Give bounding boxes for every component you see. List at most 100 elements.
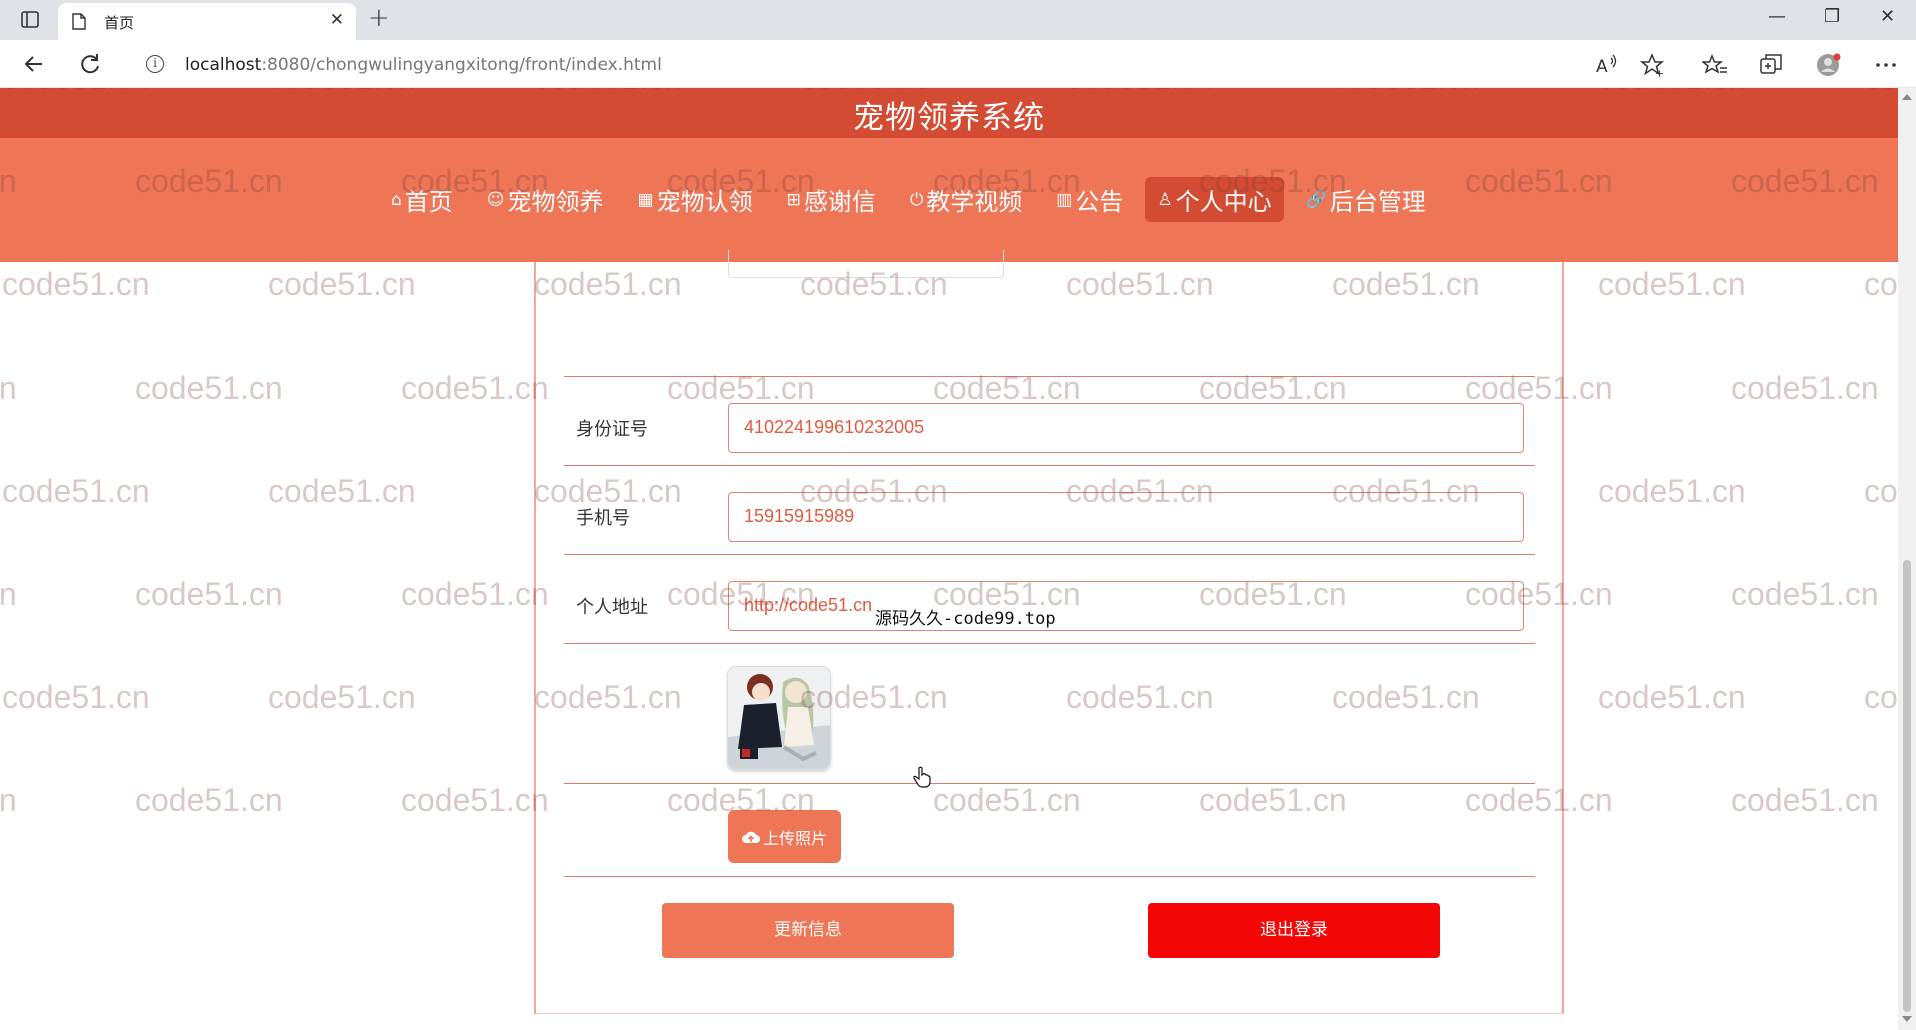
phone-label: 手机号	[576, 508, 630, 529]
watermark-text: code51.cn	[1731, 576, 1879, 612]
browser-tab[interactable]: 首页 ✕	[58, 3, 356, 40]
svg-text:A: A	[1596, 57, 1608, 77]
address-bar: i localhost:8080/chongwulingyangxitong/f…	[0, 40, 1916, 88]
watermark-text: code51.cn	[1864, 266, 1898, 302]
previous-input-field[interactable]	[728, 250, 1004, 278]
address-label: 个人地址	[576, 597, 648, 618]
read-aloud-icon[interactable]: A	[1594, 52, 1620, 78]
profile-form: 身份证号 410224199610232005 手机号 15915915989 …	[534, 250, 1564, 1014]
watermark-text: code51.cn	[2, 679, 150, 715]
watermark-text: code51.cn	[1598, 473, 1746, 509]
nav-item-2[interactable]: ▦ 宠物认领	[626, 177, 765, 222]
id-card-input[interactable]: 410224199610232005	[728, 403, 1524, 453]
upload-photo-label: 上传照片	[762, 828, 827, 848]
row-divider	[564, 643, 1535, 644]
nav-item-4[interactable]: ⏻ 教学视频	[898, 177, 1034, 222]
address-input[interactable]: http://code51.cn	[728, 581, 1524, 631]
watermark-text: code51.cn	[401, 370, 549, 406]
scroll-down-arrow-icon[interactable]	[1902, 1016, 1912, 1022]
page-viewport: 宠物领养系统 ⌂ 首页 ☺ 宠物领养 ▦ 宠物认领 ⊞ 感谢信 ⏻ 教学视频 ▥ 公告 ♙ 个人中心 🔗 后台…	[0, 88, 1898, 1030]
nav-icon: 🔗	[1305, 189, 1327, 210]
watermark-text: code51.cn	[268, 266, 416, 302]
row-divider	[564, 554, 1535, 555]
page-scrollbar[interactable]	[1898, 88, 1916, 1030]
minimize-icon[interactable]: —	[1768, 8, 1786, 26]
watermark-text: code51.cn	[1598, 679, 1746, 715]
svg-text:+: +	[1655, 67, 1664, 78]
nav-icon: ▦	[637, 189, 654, 210]
scroll-up-arrow-icon[interactable]	[1902, 94, 1912, 100]
watermark-text: code51.cn	[1598, 266, 1746, 302]
nav-icon: ⌂	[391, 189, 402, 210]
watermark-text: code51.cn	[268, 473, 416, 509]
phone-input[interactable]: 15915915989	[728, 492, 1524, 542]
watermark-text: code51.cn	[135, 370, 283, 406]
watermark-text: code51.cn	[135, 576, 283, 612]
nav-item-3[interactable]: ⊞ 感谢信	[775, 177, 888, 222]
watermark-text: code51.cn	[0, 370, 17, 406]
tab-close-icon[interactable]: ✕	[330, 12, 344, 29]
row-divider	[564, 376, 1535, 377]
watermark-text: code51.cn	[2, 266, 150, 302]
nav-label: 首页	[404, 188, 453, 216]
nav-list: ⌂ 首页 ☺ 宠物领养 ▦ 宠物认领 ⊞ 感谢信 ⏻ 教学视频 ▥ 公告 ♙ 个人中心 🔗 后台管理	[379, 177, 1438, 222]
nav-label: 后台管理	[1329, 188, 1426, 216]
watermark-text: code51.cn	[1864, 679, 1898, 715]
nav-label: 公告	[1075, 188, 1124, 216]
url-field[interactable]: i localhost:8080/chongwulingyangxitong/f…	[128, 46, 1688, 82]
site-header: 宠物领养系统	[0, 88, 1898, 138]
profile-avatar-icon[interactable]	[1816, 52, 1842, 78]
nav-item-6[interactable]: ♙ 个人中心	[1145, 177, 1284, 222]
nav-label: 教学视频	[926, 188, 1023, 216]
nav-item-1[interactable]: ☺ 宠物领养	[475, 177, 616, 222]
watermark-text: code51.cn	[0, 576, 17, 612]
close-window-icon[interactable]: ✕	[1880, 8, 1895, 26]
favorite-add-icon[interactable]: +	[1640, 52, 1666, 78]
nav-item-5[interactable]: ▥ 公告	[1044, 177, 1135, 222]
nav-label: 宠物领养	[507, 188, 604, 216]
more-menu-icon[interactable]	[1873, 52, 1899, 78]
cloud-upload-icon	[741, 831, 760, 843]
row-divider	[564, 876, 1535, 877]
watermark-text: code51.cn	[401, 576, 549, 612]
avatar-image	[728, 667, 830, 769]
page-icon	[72, 13, 86, 30]
sidebar-toggle-icon[interactable]	[14, 8, 46, 32]
nav-icon: ☺	[486, 189, 505, 210]
upload-photo-button[interactable]: 上传照片	[728, 810, 841, 863]
nav-icon: ⏻	[909, 189, 924, 210]
back-icon[interactable]	[20, 50, 48, 78]
url-text: localhost:8080/chongwulingyangxitong/fro…	[185, 55, 662, 75]
nav-label: 个人中心	[1175, 188, 1272, 216]
overlay-text: 源码久久-code99.top	[875, 609, 1056, 629]
browser-tab-bar: 首页 ✕ + — ❐ ✕	[0, 0, 1916, 40]
row-divider	[564, 465, 1535, 466]
watermark-text: code51.cn	[268, 679, 416, 715]
restore-icon[interactable]: ❐	[1824, 8, 1840, 26]
nav-icon: ♙	[1157, 189, 1173, 210]
watermark-text: code51.cn	[1864, 473, 1898, 509]
update-info-button[interactable]: 更新信息	[662, 903, 954, 958]
main-nav: ⌂ 首页 ☺ 宠物领养 ▦ 宠物认领 ⊞ 感谢信 ⏻ 教学视频 ▥ 公告 ♙ 个人中心 🔗 后台管理	[0, 138, 1898, 262]
site-title: 宠物领养系统	[853, 100, 1045, 136]
logout-button[interactable]: 退出登录	[1148, 903, 1440, 958]
reload-icon[interactable]	[76, 50, 104, 78]
nav-label: 宠物认领	[656, 188, 753, 216]
nav-label: 感谢信	[803, 188, 876, 216]
watermark-text: code51.cn	[1731, 370, 1879, 406]
avatar-illustration	[728, 667, 830, 769]
watermark-text: code51.cn	[135, 782, 283, 818]
favorites-icon[interactable]	[1702, 52, 1728, 78]
watermark-text: code51.cn	[1731, 782, 1879, 818]
collections-icon[interactable]	[1758, 52, 1784, 78]
nav-item-7[interactable]: 🔗 后台管理	[1294, 177, 1438, 222]
hand-cursor-icon	[913, 766, 931, 788]
watermark-text: code51.cn	[2, 473, 150, 509]
scrollbar-thumb[interactable]	[1903, 560, 1911, 1012]
nav-icon: ▥	[1056, 189, 1073, 210]
nav-icon: ⊞	[786, 189, 801, 210]
site-info-icon[interactable]: i	[146, 55, 164, 73]
new-tab-icon[interactable]: +	[368, 5, 390, 31]
nav-item-0[interactable]: ⌂ 首页	[379, 177, 465, 222]
watermark-text: code51.cn	[0, 782, 17, 818]
